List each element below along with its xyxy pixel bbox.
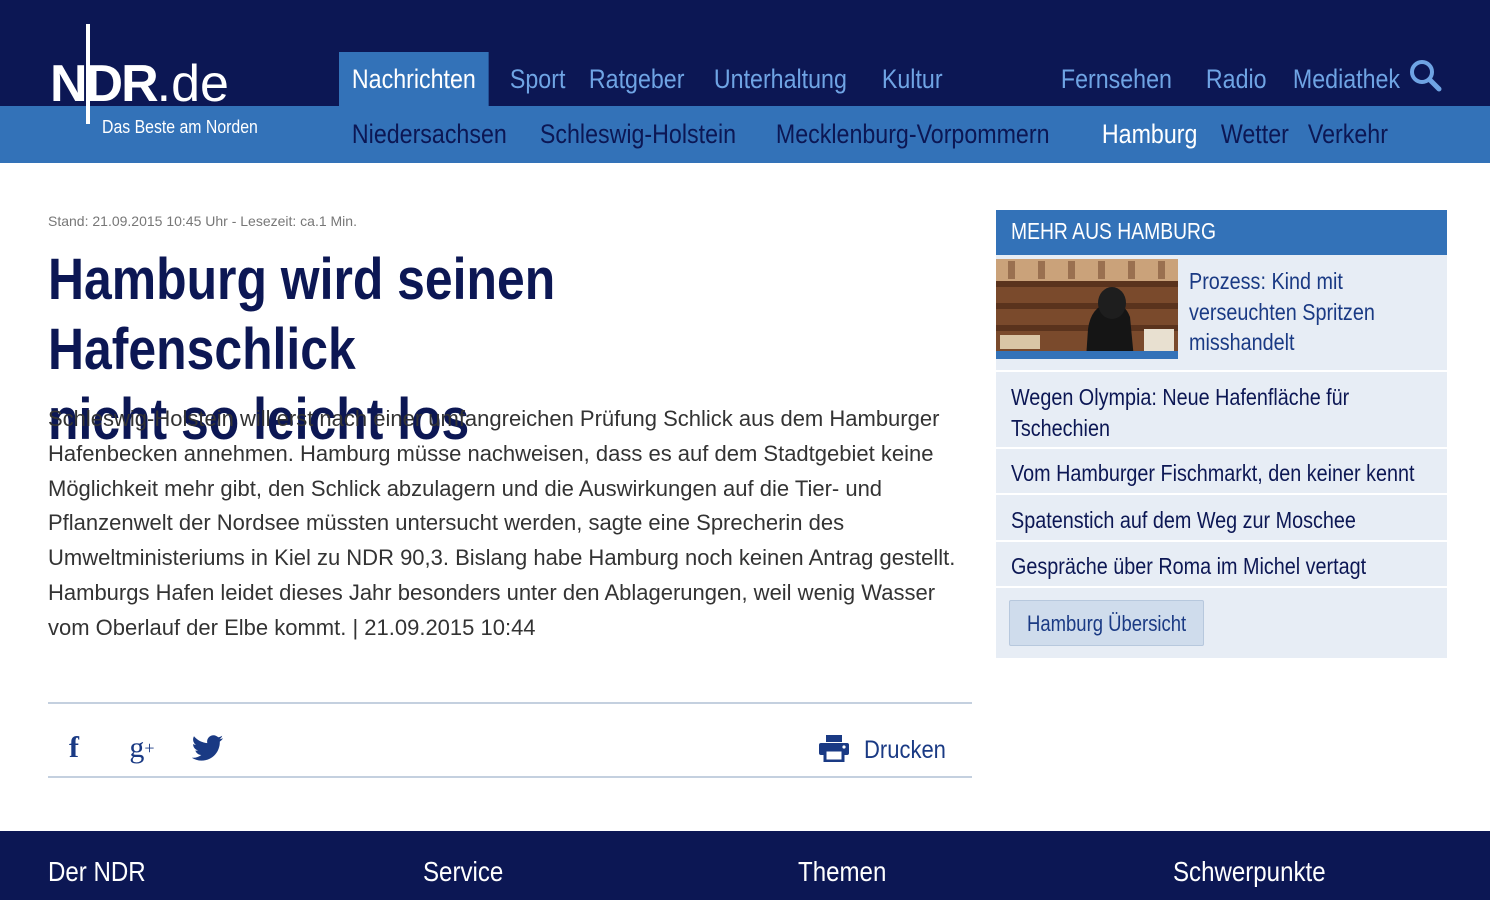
sidebar-heading: MEHR AUS HAMBURG xyxy=(1011,218,1217,244)
google-plus-glyph: g xyxy=(129,731,145,764)
sidebar-more-hamburg: MEHR AUS HAMBURG Prozess: Kind mit verse… xyxy=(996,210,1447,658)
footer-schwerpunkte[interactable]: Schwerpunkte xyxy=(1173,856,1326,888)
footer-themen[interactable]: Themen xyxy=(798,856,886,888)
teaser-image[interactable] xyxy=(996,259,1178,359)
sidebar-link-olympia[interactable]: Wegen Olympia: Neue Hafenfläche für Tsch… xyxy=(1011,382,1349,443)
main-navigation: Nachrichten Sport Ratgeber Unterhaltung … xyxy=(339,52,954,106)
google-plus-sup: + xyxy=(144,737,155,758)
sidebar-divider xyxy=(996,540,1447,542)
share-divider-bottom xyxy=(48,776,972,778)
sidebar-link-roma[interactable]: Gespräche über Roma im Michel vertagt xyxy=(1011,551,1366,582)
link-olympia-line2: Tschechien xyxy=(1011,414,1110,441)
sidebar-divider xyxy=(996,586,1447,588)
nav-schleswig-holstein[interactable]: Schleswig-Holstein xyxy=(527,119,749,150)
logo-tagline: Das Beste am Norden xyxy=(102,117,258,137)
nav-nachrichten[interactable]: Nachrichten xyxy=(339,52,489,106)
sidebar-divider xyxy=(996,447,1447,449)
nav-mecklenburg-vorpommern[interactable]: Mecklenburg-Vorpommern xyxy=(763,119,1062,150)
nav-kultur[interactable]: Kultur xyxy=(869,52,955,106)
twitter-icon[interactable] xyxy=(190,730,226,766)
footer-der-ndr[interactable]: Der NDR xyxy=(48,856,146,888)
sidebar-header: MEHR AUS HAMBURG xyxy=(996,210,1447,255)
print-button[interactable]: Drucken xyxy=(818,730,957,770)
article-meta: Stand: 21.09.2015 10:45 Uhr - Lesezeit: … xyxy=(48,213,357,229)
region-navigation: Niedersachsen Schleswig-Holstein Mecklen… xyxy=(339,106,1396,163)
print-label: Drucken xyxy=(864,735,946,764)
nav-verkehr[interactable]: Verkehr xyxy=(1295,119,1401,150)
google-plus-icon[interactable]: g + xyxy=(120,730,164,766)
nav-radio[interactable]: Radio xyxy=(1193,64,1279,95)
nav-sport[interactable]: Sport xyxy=(497,52,578,106)
nav-mediathek[interactable]: Mediathek xyxy=(1280,64,1413,95)
teaser-line3: misshandelt xyxy=(1189,329,1295,355)
nav-fernsehen[interactable]: Fernsehen xyxy=(1048,64,1185,95)
hamburg-overview-button[interactable]: Hamburg Übersicht xyxy=(1009,600,1204,646)
sidebar-divider xyxy=(996,493,1447,495)
nav-hamburg[interactable]: Hamburg xyxy=(1089,119,1210,150)
secondary-navigation: Fernsehen Radio Mediathek xyxy=(1048,52,1420,106)
nav-niedersachsen[interactable]: Niedersachsen xyxy=(339,119,520,150)
share-divider-top xyxy=(48,702,972,704)
link-olympia-line1: Wegen Olympia: Neue Hafenfläche für xyxy=(1011,384,1350,410)
sidebar-divider xyxy=(996,370,1447,372)
article-body: Schleswig-Holstein will erst nach einer … xyxy=(48,406,956,640)
printer-icon xyxy=(818,734,850,767)
search-icon[interactable] xyxy=(1408,58,1444,94)
ndr-logo[interactable]: NDR.de Das Beste am Norden xyxy=(48,24,288,137)
overview-button-label: Hamburg Übersicht xyxy=(1027,611,1187,636)
nav-unterhaltung[interactable]: Unterhaltung xyxy=(701,52,860,106)
teaser-line1: Prozess: Kind mit xyxy=(1189,268,1343,294)
logo-wordmark: NDR.de xyxy=(50,54,229,114)
logo-suffix: .de xyxy=(156,55,229,113)
teaser-headline[interactable]: Prozess: Kind mit verseuchten Spritzen m… xyxy=(1189,266,1404,358)
sidebar-link-fischmarkt[interactable]: Vom Hamburger Fischmarkt, den keiner ken… xyxy=(1011,458,1414,489)
footer-service[interactable]: Service xyxy=(423,856,503,888)
teaser-line2: verseuchten Spritzen xyxy=(1189,298,1375,325)
sidebar-link-moschee[interactable]: Spatenstich auf dem Weg zur Moschee xyxy=(1011,505,1356,536)
facebook-icon[interactable]: f xyxy=(62,730,86,766)
logo-ndr-text: NDR xyxy=(50,55,159,113)
nav-wetter[interactable]: Wetter xyxy=(1208,119,1302,150)
article-title-line1: Hamburg wird seinen Hafenschlick xyxy=(48,247,556,382)
nav-ratgeber[interactable]: Ratgeber xyxy=(576,52,697,106)
